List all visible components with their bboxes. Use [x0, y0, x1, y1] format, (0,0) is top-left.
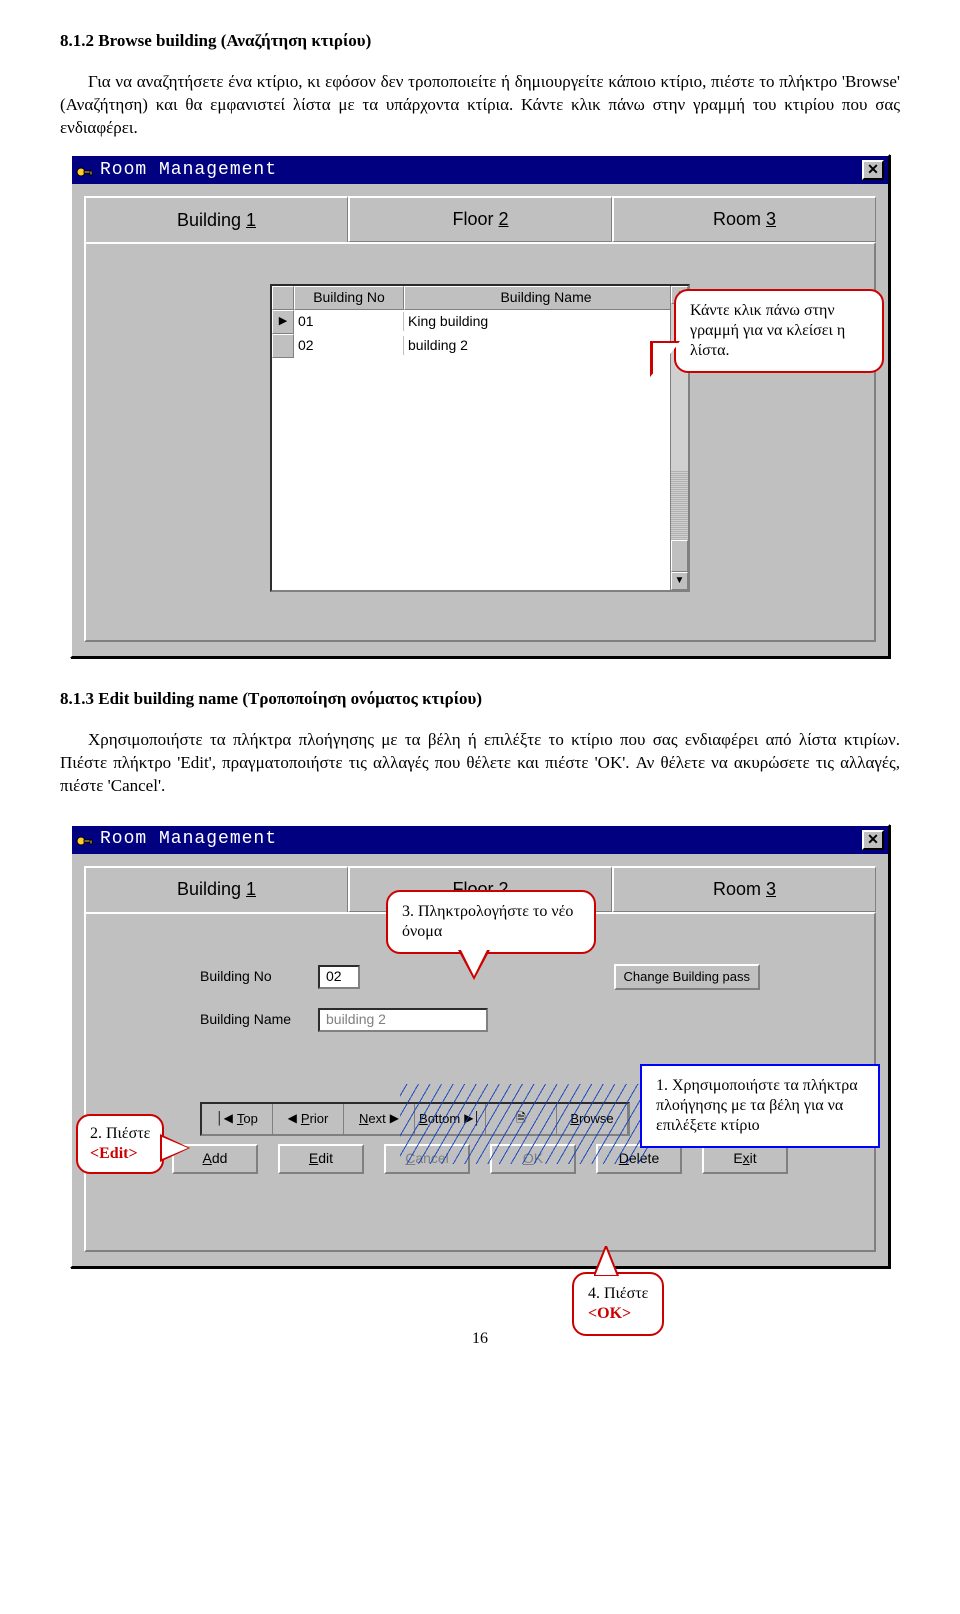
- exit-button[interactable]: Exit: [702, 1144, 788, 1174]
- window-title: Room Management: [76, 827, 277, 851]
- section-body-1: Για να αναζητήσετε ένα κτίριο, κι εφόσον…: [60, 71, 900, 140]
- section-body-2: Χρησιμοποιήστε τα πλήκτρα πλοήγησης με τ…: [60, 729, 900, 798]
- col-building-name: Building Name: [404, 286, 688, 310]
- callout-press-edit: 2. Πιέστε <Edit>: [76, 1114, 164, 1174]
- callout-text: 3. Πληκτρολογήστε το νέο όνομα: [402, 903, 573, 940]
- list-row[interactable]: 02 building 2: [272, 334, 688, 358]
- callout-tail-icon: [594, 1246, 634, 1276]
- field-row-building-name: Building Name building 2: [200, 1008, 760, 1032]
- change-building-pass-button[interactable]: Change Building pass: [614, 964, 760, 990]
- cell-name: building 2: [404, 336, 688, 355]
- nav-top[interactable]: │◀Top: [202, 1104, 273, 1134]
- buildings-listbox: Building No Building Name ▶ 01 King buil…: [270, 284, 690, 592]
- scroll-thumb[interactable]: [671, 540, 688, 572]
- page-number: 16: [60, 1328, 900, 1350]
- nav-prior[interactable]: ◀Prior: [273, 1104, 344, 1134]
- hatched-annotation: [400, 1084, 650, 1164]
- key-icon: [76, 163, 94, 177]
- window-room-management-2: Room Management ✕ Building 1 Floor 2 Roo…: [70, 824, 890, 1268]
- list-header: Building No Building Name: [272, 286, 688, 310]
- cell-name: King building: [404, 312, 688, 331]
- label-building-no: Building No: [200, 967, 310, 986]
- prior-icon: ◀: [288, 1110, 297, 1126]
- section-title-2: 8.1.3 Edit building name (Τροποποίηση ον…: [60, 688, 900, 711]
- tab-room[interactable]: Room 3: [612, 866, 876, 912]
- callout-click-row: Κάντε κλικ πάνω στην γραμμή για να κλείσ…: [674, 289, 884, 373]
- tab-panel: Building No Building Name ▶ 01 King buil…: [84, 242, 876, 642]
- close-button[interactable]: ✕: [862, 160, 884, 180]
- col-building-no: Building No: [294, 286, 404, 310]
- edit-button[interactable]: Edit: [278, 1144, 364, 1174]
- key-icon: [76, 832, 94, 846]
- close-button[interactable]: ✕: [862, 830, 884, 850]
- callout-use-arrow-keys: 1. Χρησιμοποιήστε τα πλήκτρα πλοήγησης μ…: [640, 1064, 880, 1148]
- label-building-name: Building Name: [200, 1010, 310, 1029]
- callout-text: 1. Χρησιμοποιήστε τα πλήκτρα πλοήγησης μ…: [656, 1077, 858, 1134]
- tab-floor[interactable]: Floor 2: [348, 196, 612, 242]
- tab-panel-form: Building No 02 Change Building pass Buil…: [84, 912, 876, 1252]
- callout-press-ok: 4. Πιέστε <OK>: [572, 1272, 664, 1336]
- tab-building[interactable]: Building 1: [84, 866, 348, 912]
- callout-tail-icon: [650, 341, 680, 377]
- window-title: Room Management: [76, 158, 277, 182]
- callout-text-hotkey: <Edit>: [90, 1145, 138, 1162]
- window-room-management-1: Room Management ✕ Building 1 Floor 2 Roo…: [70, 154, 890, 658]
- window-title-text: Room Management: [100, 827, 277, 851]
- callout-text: 2. Πιέστε: [90, 1125, 150, 1142]
- callout-type-name: 3. Πληκτρολογήστε το νέο όνομα: [386, 890, 596, 954]
- section-title-1: 8.1.2 Browse building (Αναζήτηση κτιρίου…: [60, 30, 900, 53]
- callout-text: Κάντε κλικ πάνω στην γραμμή για να κλείσ…: [690, 302, 845, 359]
- input-building-name[interactable]: building 2: [318, 1008, 488, 1032]
- tab-building[interactable]: Building 1: [84, 196, 348, 242]
- row-selector-header: [272, 286, 294, 310]
- callout-tail-icon: [458, 950, 490, 980]
- row-pointer: [272, 334, 294, 358]
- cell-no: 01: [294, 312, 404, 331]
- cell-no: 02: [294, 336, 404, 355]
- list-row[interactable]: ▶ 01 King building: [272, 310, 688, 334]
- callout-text: 4. Πιέστε: [588, 1285, 648, 1302]
- callout-tail-icon: [160, 1134, 190, 1162]
- scroll-down-icon[interactable]: ▼: [671, 572, 688, 590]
- titlebar: Room Management ✕: [72, 156, 888, 184]
- top-icon: │◀: [216, 1110, 233, 1126]
- list-body: ▶ 01 King building 02 building 2: [272, 310, 688, 590]
- row-pointer: ▶: [272, 310, 294, 334]
- tabs: Building 1 Floor 2 Room 3: [72, 184, 888, 242]
- input-building-no[interactable]: 02: [318, 965, 360, 989]
- tab-room[interactable]: Room 3: [612, 196, 876, 242]
- window-title-text: Room Management: [100, 158, 277, 182]
- next-icon: ▶: [390, 1110, 399, 1126]
- titlebar: Room Management ✕: [72, 826, 888, 854]
- callout-text-hotkey: <OK>: [588, 1305, 631, 1322]
